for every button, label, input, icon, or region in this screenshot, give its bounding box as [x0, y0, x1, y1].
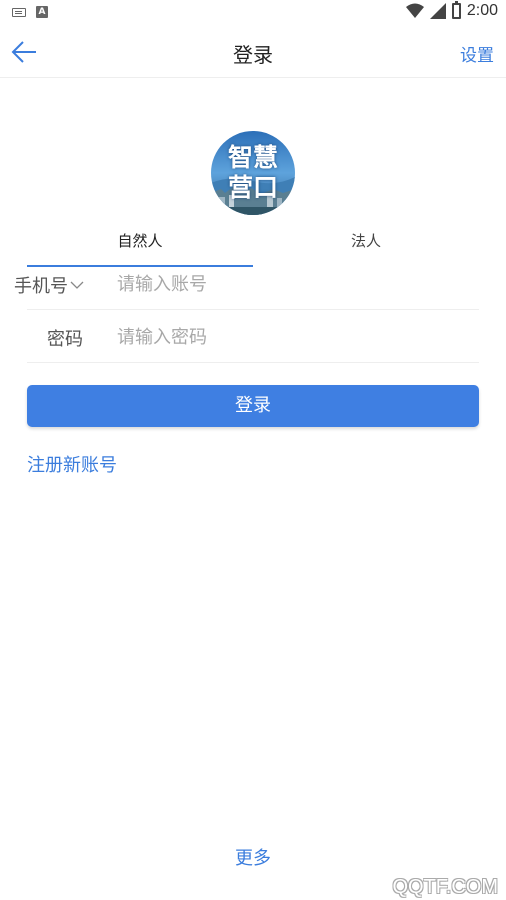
- settings-button[interactable]: 设置: [460, 41, 494, 66]
- login-button[interactable]: 登录: [27, 385, 479, 427]
- arrow-left-icon: [11, 41, 36, 63]
- password-label: 密码: [47, 329, 83, 350]
- page-title: 登录: [233, 43, 273, 67]
- chevron-down-icon: [70, 281, 84, 289]
- keyboard-icon: [12, 7, 26, 17]
- app-logo: 智慧 营口: [211, 131, 295, 215]
- status-bar: A 2:00: [0, 0, 506, 26]
- battery-icon: [451, 1, 461, 19]
- status-time: 2:00: [466, 2, 498, 19]
- password-row: 密码: [27, 311, 479, 363]
- more-link[interactable]: 更多: [235, 848, 271, 869]
- register-link[interactable]: 注册新账号: [27, 451, 117, 477]
- status-bar-left: A: [12, 6, 48, 18]
- account-type-selector[interactable]: 手机号: [14, 272, 84, 298]
- account-row: 手机号: [14, 258, 479, 310]
- nav-bar: 登录 设置: [0, 26, 506, 78]
- a-icon: A: [36, 6, 48, 18]
- logo-text: 智慧 营口: [211, 131, 295, 215]
- signal-icon: [429, 3, 446, 19]
- phone-label: 手机号: [14, 276, 68, 297]
- account-input[interactable]: [117, 268, 467, 300]
- wifi-icon: [405, 3, 424, 18]
- password-input[interactable]: [117, 321, 467, 353]
- logo-line-2: 营口: [227, 173, 278, 202]
- more-area: 更多: [0, 844, 506, 870]
- logo-line-1: 智慧: [227, 143, 278, 172]
- watermark: QQTF.COM: [392, 876, 498, 898]
- status-bar-right: 2:00: [405, 1, 498, 20]
- back-button[interactable]: [10, 38, 40, 66]
